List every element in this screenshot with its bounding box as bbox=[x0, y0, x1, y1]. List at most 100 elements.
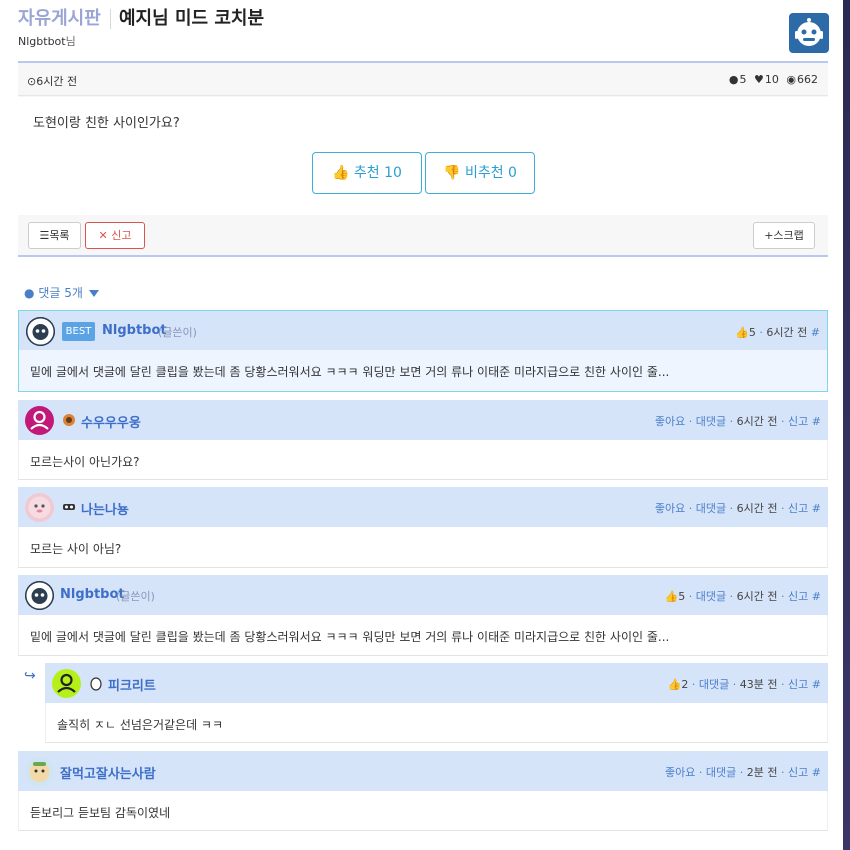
reply-arrow-icon: ↪ bbox=[24, 668, 36, 684]
post-title: 예지님 미드 코치분 bbox=[119, 8, 265, 29]
reply-link[interactable]: 대댓글 bbox=[706, 766, 736, 779]
comment-item: 나는나뇽 좋아요 · 대댓글 · 6시간 전 · 신고 # 모르는 사이 아님? bbox=[18, 487, 828, 568]
comment-body: 모르는 사이 아님? bbox=[18, 527, 828, 568]
permalink-link[interactable]: # bbox=[812, 678, 821, 691]
comment-header: 나는나뇽 좋아요 · 대댓글 · 6시간 전 · 신고 # bbox=[18, 487, 828, 527]
comment-meta: 좋아요 · 대댓글 · 6시간 전 · 신고 # bbox=[654, 415, 821, 428]
caret-down-icon bbox=[88, 290, 99, 297]
comment-meta: 👍2 · 대댓글 · 43분 전 · 신고 # bbox=[667, 678, 821, 691]
author-line: Nlgbtbot님 bbox=[18, 33, 76, 49]
reply-link[interactable]: 대댓글 bbox=[699, 678, 729, 691]
list-button[interactable]: ☰목록 bbox=[28, 222, 81, 249]
comment-header: Nlgbtbot (글쓴이) 👍5 · 대댓글 · 6시간 전 · 신고 # bbox=[18, 575, 828, 615]
comment-item: Nlgbtbot (글쓴이) 👍5 · 대댓글 · 6시간 전 · 신고 # 밑… bbox=[18, 575, 828, 656]
robot-avatar-icon[interactable] bbox=[25, 581, 54, 610]
reply-comment-item: 피크리트 👍2 · 대댓글 · 43분 전 · 신고 # 솔직히 ㅈㄴ 선넘은거… bbox=[45, 663, 828, 743]
bell-off-icon: ✕ bbox=[98, 229, 108, 242]
comment-item: 잘먹고잘사는사람 좋아요 · 대댓글 · 2분 전 · 신고 # 듣보리그 듣보… bbox=[18, 751, 828, 831]
comment-text: 듣보리그 듣보팀 감독이였네 bbox=[30, 806, 171, 820]
comment-nickname[interactable]: 피크리트 bbox=[108, 675, 156, 694]
permalink-link[interactable]: # bbox=[812, 766, 821, 779]
report-link[interactable]: 신고 bbox=[788, 415, 808, 428]
robot-avatar-icon[interactable] bbox=[26, 317, 55, 346]
comment-meta: 좋아요 · 대댓글 · 2분 전 · 신고 # bbox=[665, 766, 821, 779]
thumbs-up-icon[interactable]: 👍 bbox=[665, 590, 679, 603]
user-avatar-icon[interactable] bbox=[52, 669, 81, 698]
post-actions: ☰목록 ✕ 신고 +스크랩 bbox=[18, 215, 828, 257]
report-button[interactable]: ✕ 신고 bbox=[85, 222, 145, 249]
like-link[interactable]: 좋아요 bbox=[655, 502, 685, 515]
comment-meta: 좋아요 · 대댓글 · 6시간 전 · 신고 # bbox=[654, 502, 821, 515]
title-divider bbox=[110, 9, 111, 29]
writer-tag: (글쓴이) bbox=[158, 326, 197, 339]
report-link[interactable]: 신고 bbox=[788, 590, 808, 603]
comment-nickname[interactable]: Nlgbtbot bbox=[60, 587, 125, 602]
permalink-link[interactable]: # bbox=[811, 326, 820, 339]
post-time: ⊙6시간 전 bbox=[27, 75, 78, 88]
user-avatar-icon[interactable] bbox=[25, 757, 54, 786]
clock-icon: ⊙ bbox=[27, 75, 37, 88]
comment-nickname[interactable]: 수우우우웅 bbox=[81, 412, 141, 431]
post-header: 자유게시판 예지님 미드 코치분 Nlgbtbot님 bbox=[18, 4, 829, 54]
thumbs-up-icon[interactable]: 👍 bbox=[735, 326, 749, 339]
board-name-link[interactable]: 자유게시판 bbox=[18, 4, 101, 30]
rank-badge-icon bbox=[61, 499, 77, 515]
thumbs-up-icon: 👍 bbox=[332, 165, 350, 181]
report-link[interactable]: 신고 bbox=[788, 502, 808, 515]
views-count: 662 bbox=[797, 73, 818, 86]
report-link[interactable]: 신고 bbox=[788, 766, 808, 779]
comment-text: 모르는사이 아닌가요? bbox=[30, 455, 140, 469]
best-badge: BEST bbox=[62, 322, 95, 341]
comment-header: 잘먹고잘사는사람 좋아요 · 대댓글 · 2분 전 · 신고 # bbox=[18, 751, 828, 791]
heart-icon: ♥ bbox=[754, 73, 764, 86]
reply-link[interactable]: 대댓글 bbox=[696, 415, 726, 428]
writer-tag: (글쓴이) bbox=[116, 590, 155, 603]
comment-text: 밑에 글에서 댓글에 달린 클립을 봤는데 좀 당황스러워서요 ㅋㅋㅋ 워딩만 … bbox=[30, 365, 670, 379]
user-avatar-icon[interactable] bbox=[25, 406, 54, 435]
like-link[interactable]: 좋아요 bbox=[665, 766, 695, 779]
user-avatar-icon[interactable] bbox=[25, 493, 54, 522]
eye-icon: ◉ bbox=[786, 73, 796, 86]
scrap-button[interactable]: +스크랩 bbox=[753, 222, 815, 249]
post-stats: ●5 ♥10 ◉662 bbox=[725, 73, 818, 86]
rank-badge-icon bbox=[61, 412, 77, 428]
comment-bubble-icon: ● bbox=[24, 286, 35, 300]
thumbs-up-icon[interactable]: 👍 bbox=[668, 678, 682, 691]
report-link[interactable]: 신고 bbox=[788, 678, 808, 691]
comment-text: 밑에 글에서 댓글에 달린 클립을 봤는데 좀 당황스러워서요 ㅋㅋㅋ 워딩만 … bbox=[30, 630, 670, 644]
comments-count: 5 bbox=[739, 73, 747, 86]
author-name[interactable]: Nlgbtbot bbox=[18, 35, 66, 48]
author-suffix: 님 bbox=[65, 35, 76, 48]
comment-item: 수우우우웅 좋아요 · 대댓글 · 6시간 전 · 신고 # 모르는사이 아닌가… bbox=[18, 400, 828, 480]
like-link[interactable]: 좋아요 bbox=[655, 415, 685, 428]
comment-header: 피크리트 👍2 · 대댓글 · 43분 전 · 신고 # bbox=[45, 663, 828, 703]
post-meta-row: ⊙6시간 전 ●5 ♥10 ◉662 bbox=[18, 63, 828, 96]
permalink-link[interactable]: # bbox=[812, 415, 821, 428]
post-box: ⊙6시간 전 ●5 ♥10 ◉662 도현이랑 친한 사이인가요? 👍 추천 1… bbox=[18, 61, 828, 257]
downvote-button[interactable]: 👎 비추천 0 bbox=[425, 152, 535, 194]
comment-nickname[interactable]: Nlgbtbot bbox=[102, 323, 167, 338]
comment-meta: 👍5 · 6시간 전 # bbox=[735, 326, 820, 339]
comment-bubble-icon: ● bbox=[728, 73, 739, 86]
comment-meta: 👍5 · 대댓글 · 6시간 전 · 신고 # bbox=[664, 590, 821, 603]
comment-nickname[interactable]: 잘먹고잘사는사람 bbox=[60, 763, 156, 782]
comments-toggle[interactable]: ● 댓글 5개 bbox=[24, 284, 99, 301]
page: 자유게시판 예지님 미드 코치분 Nlgbtbot님 ⊙6시간 전 ●5 ♥10… bbox=[0, 0, 843, 850]
best-comment: BEST Nlgbtbot (글쓴이) 👍5 · 6시간 전 # 밑에 글에서 … bbox=[18, 310, 828, 392]
comment-nickname[interactable]: 나는나뇽 bbox=[81, 499, 129, 518]
post-content: 도현이랑 친한 사이인가요? 👍 추천 10 👎 비추천 0 bbox=[18, 97, 828, 215]
post-body: 도현이랑 친한 사이인가요? bbox=[33, 116, 180, 131]
comment-header: 수우우우웅 좋아요 · 대댓글 · 6시간 전 · 신고 # bbox=[18, 400, 828, 440]
comment-body: 밑에 글에서 댓글에 달린 클립을 봤는데 좀 당황스러워서요 ㅋㅋㅋ 워딩만 … bbox=[18, 615, 828, 656]
thumbs-down-icon: 👎 bbox=[443, 165, 461, 181]
comment-body: 솔직히 ㅈㄴ 선넘은거같은데 ㅋㅋ bbox=[45, 703, 828, 743]
reply-link[interactable]: 대댓글 bbox=[696, 590, 726, 603]
upvote-button[interactable]: 👍 추천 10 bbox=[312, 152, 422, 194]
reply-link[interactable]: 대댓글 bbox=[696, 502, 726, 515]
robot-logo-icon[interactable] bbox=[789, 13, 829, 53]
comment-text: 모르는 사이 아님? bbox=[30, 542, 122, 556]
permalink-link[interactable]: # bbox=[812, 590, 821, 603]
comment-body: 밑에 글에서 댓글에 달린 클립을 봤는데 좀 당황스러워서요 ㅋㅋㅋ 워딩만 … bbox=[18, 350, 828, 392]
rank-badge-icon bbox=[88, 675, 104, 691]
permalink-link[interactable]: # bbox=[812, 502, 821, 515]
